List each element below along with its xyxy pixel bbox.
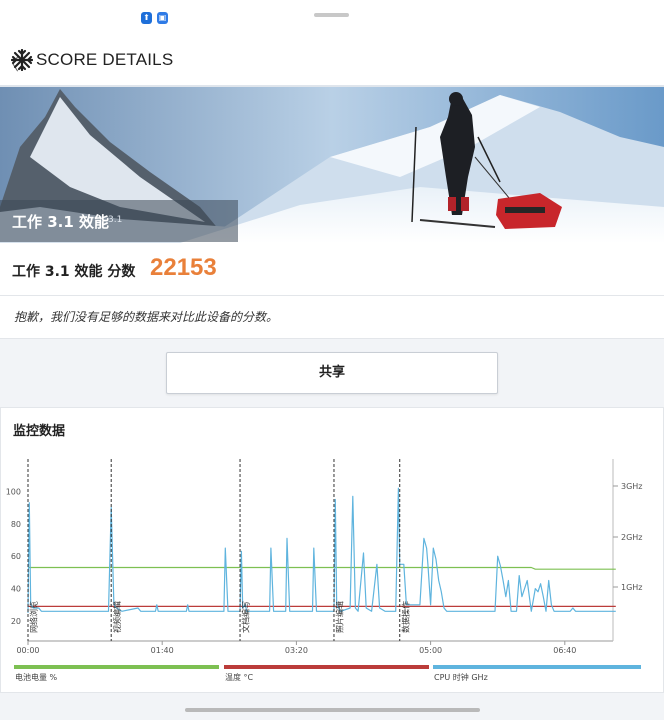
monitor-section-header: 监控数据 [0,407,664,448]
score-value: 22153 [150,254,217,281]
score-row: 工作 3.1 效能 分数 22153 [0,243,664,296]
app-icon-blue: ⬆ [141,12,152,24]
monitor-chart-svg: 20 40 60 80 100 1GHz 2GHz 3GHz 00:00 01:40 03:20 05… [6,459,643,655]
y-left-tick-label: 60 [11,552,21,561]
monitor-chart: 20 40 60 80 100 1GHz 2GHz 3GHz 00:00 01:40 03:20 05… [0,447,664,693]
hero-caption: 工作 3.1 效能 3.1 [0,200,238,242]
legend-temperature-swatch [224,665,429,669]
x-tick-label: 00:00 [16,646,39,655]
legend-cpu-swatch [433,665,641,669]
comparison-note-text: 抱歉，我们没有足够的数据来对比此设备的分数。 [14,310,279,324]
phase-marker-label: 数据操作 [400,601,410,633]
x-tick-label: 03:20 [285,646,308,655]
monitor-title: 监控数据 [13,424,66,439]
x-tick-label: 01:40 [151,646,174,655]
page-header: 〈 SCORE DETAILS [0,36,664,87]
y-right-tick-label: 2GHz [621,533,643,542]
page-title: SCORE DETAILS [36,50,174,69]
phase-marker-label: 文档编写 [241,601,251,633]
y-right-tick-label: 3GHz [621,482,643,491]
home-indicator[interactable] [185,708,480,712]
y-right-tick-label: 1GHz [621,583,643,592]
y-left-tick-label: 80 [11,520,21,529]
x-tick-label: 05:00 [419,646,442,655]
legend-cpu: CPU 时钟 GHz [434,673,488,682]
benchmark-name: 工作 3.1 效能 [12,213,110,231]
y-left-tick-label: 20 [11,617,21,626]
status-bar: ⬆ ▣ [0,0,664,36]
phase-marker-label: 视频编辑 [112,601,122,633]
snowflake-icon [11,49,33,71]
y-left-tick-label: 100 [6,487,21,496]
phase-marker-label: 网络浏览 [29,601,39,633]
legend-battery: 电池电量 % [15,673,58,682]
app-icon-clipboard: ▣ [157,12,168,24]
legend-temperature: 温度 °C [225,673,254,682]
phase-marker-label: 照片编辑 [335,601,345,633]
benchmark-version: 3.1 [108,215,123,225]
score-label: 工作 3.1 效能 分数 [12,264,136,280]
drag-handle[interactable] [314,13,349,17]
cpu-series-line [27,487,616,613]
battery-series-line [28,566,616,570]
comparison-note: 抱歉，我们没有足够的数据来对比此设备的分数。 [0,296,664,339]
x-tick-label: 06:40 [553,646,576,655]
legend-battery-swatch [14,665,219,669]
share-button[interactable]: 共享 [166,352,498,394]
y-left-tick-label: 40 [11,585,21,594]
